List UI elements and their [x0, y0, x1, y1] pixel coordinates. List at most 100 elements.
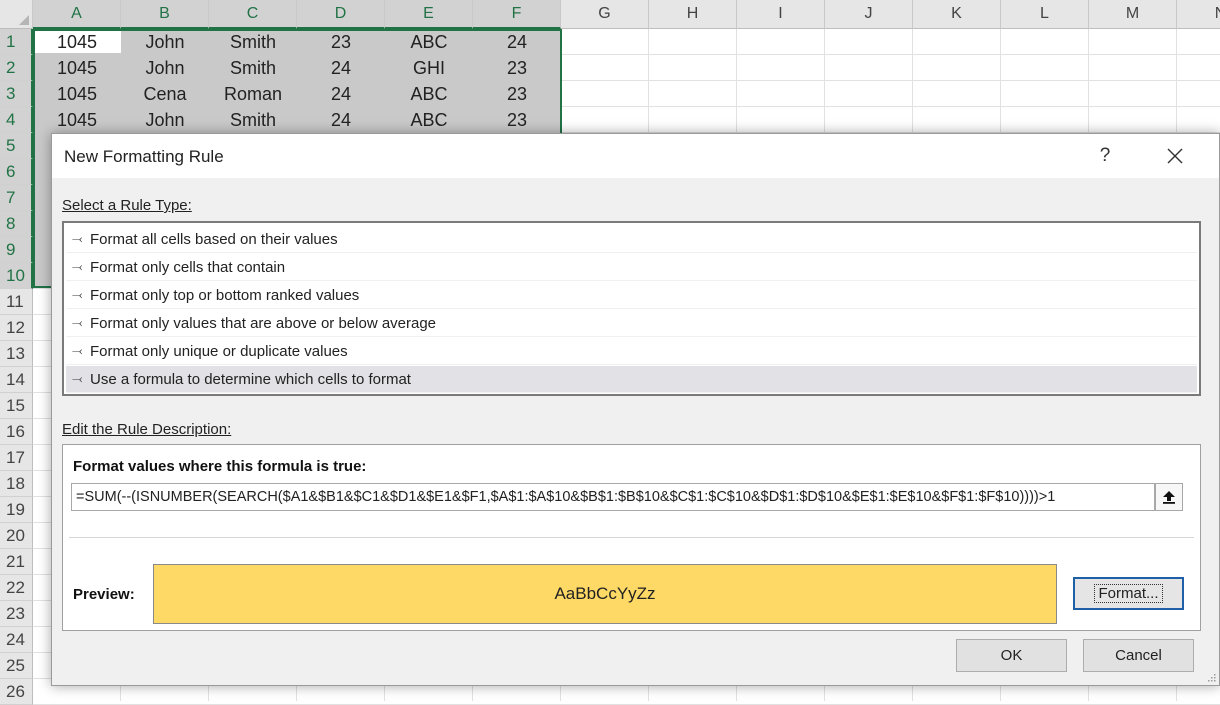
column-header-c[interactable]: C [209, 0, 297, 29]
rule-type-label: Use a formula to determine which cells t… [90, 370, 411, 388]
arrow-right-icon: ⤙ [72, 287, 83, 302]
row-header-8[interactable]: 8 [0, 211, 33, 237]
rule-description-panel: Format values where this formula is true… [62, 444, 1201, 631]
column-header-d[interactable]: D [297, 0, 385, 29]
help-button[interactable]: ? [1084, 140, 1126, 172]
cell-a3[interactable]: 1045 [33, 81, 121, 107]
column-header-a[interactable]: A [33, 0, 121, 29]
row-header-22[interactable]: 22 [0, 575, 33, 601]
rule-type-label: Format only unique or duplicate values [90, 342, 348, 360]
row-header-12[interactable]: 12 [0, 315, 33, 341]
new-formatting-rule-dialog: New Formatting Rule ? Select a Rule Type… [51, 133, 1220, 686]
row-header-10[interactable]: 10 [0, 263, 33, 289]
rule-type-label: Format only top or bottom ranked values [90, 286, 360, 304]
cell-c3[interactable]: Roman [209, 81, 297, 107]
cancel-button[interactable]: Cancel [1083, 639, 1194, 672]
cell-d4[interactable]: 24 [297, 107, 385, 133]
row-header-3[interactable]: 3 [0, 81, 33, 107]
format-button-label: Format... [1094, 584, 1163, 603]
cell-a2[interactable]: 1045 [33, 55, 121, 81]
close-icon [1167, 148, 1183, 164]
column-header-l[interactable]: L [1001, 0, 1089, 29]
row-header-9[interactable]: 9 [0, 237, 33, 263]
format-button[interactable]: Format... [1073, 577, 1184, 610]
rule-type-label: Format only cells that contain [90, 258, 286, 276]
cell-d1[interactable]: 23 [297, 29, 385, 55]
row-header-4[interactable]: 4 [0, 107, 33, 133]
column-header-f[interactable]: F [473, 0, 561, 29]
cell-f4[interactable]: 23 [473, 107, 561, 133]
formula-input[interactable] [71, 483, 1155, 511]
column-header-m[interactable]: M [1089, 0, 1177, 29]
column-header-b[interactable]: B [121, 0, 209, 29]
collapse-dialog-button[interactable] [1155, 483, 1183, 511]
row-header-11[interactable]: 11 [0, 289, 33, 315]
cell-d3[interactable]: 24 [297, 81, 385, 107]
dialog-titlebar[interactable]: New Formatting Rule ? [52, 134, 1219, 178]
row-header-19[interactable]: 19 [0, 497, 33, 523]
row-header-2[interactable]: 2 [0, 55, 33, 81]
row-header-13[interactable]: 13 [0, 341, 33, 367]
cell-d2[interactable]: 24 [297, 55, 385, 81]
row-header-16[interactable]: 16 [0, 419, 33, 445]
rule-type-list[interactable]: ⤙ Format all cells based on their values ⤙… [62, 221, 1201, 396]
resize-grip-icon[interactable] [1206, 672, 1216, 682]
cell-c1[interactable]: Smith [209, 29, 297, 55]
select-all-corner[interactable] [0, 0, 33, 29]
column-header-k[interactable]: K [913, 0, 1001, 29]
row-header-7[interactable]: 7 [0, 185, 33, 211]
cell-a4[interactable]: 1045 [33, 107, 121, 133]
row-header-15[interactable]: 15 [0, 393, 33, 419]
cell-e3[interactable]: ABC [385, 81, 473, 107]
row-header-14[interactable]: 14 [0, 367, 33, 393]
row-header-17[interactable]: 17 [0, 445, 33, 471]
rule-type-label: Format only values that are above or bel… [90, 314, 437, 332]
row-header-21[interactable]: 21 [0, 549, 33, 575]
row-header-20[interactable]: 20 [0, 523, 33, 549]
rule-type-item[interactable]: ⤙ Format only unique or duplicate values [66, 338, 1197, 365]
row-header-26[interactable]: 26 [0, 679, 33, 705]
cell-c2[interactable]: Smith [209, 55, 297, 81]
cell-b4[interactable]: John [121, 107, 209, 133]
cell-b2[interactable]: John [121, 55, 209, 81]
rule-type-item[interactable]: ⤙ Format only values that are above or be… [66, 310, 1197, 337]
formula-label: Format values where this formula is true… [73, 458, 367, 475]
cell-f1[interactable]: 24 [473, 29, 561, 55]
cell-b3[interactable]: Cena [121, 81, 209, 107]
arrow-right-icon: ⤙ [72, 343, 83, 358]
rule-type-item[interactable]: ⤙ Format only cells that contain [66, 254, 1197, 281]
close-button[interactable] [1152, 140, 1198, 172]
column-header-j[interactable]: J [825, 0, 913, 29]
format-preview: AaBbCcYyZz [153, 564, 1057, 624]
column-header-e[interactable]: E [385, 0, 473, 29]
cell-c4[interactable]: Smith [209, 107, 297, 133]
row-header-23[interactable]: 23 [0, 601, 33, 627]
cell-f2[interactable]: 23 [473, 55, 561, 81]
column-header-h[interactable]: H [649, 0, 737, 29]
cell-a1[interactable]: 1045 [33, 29, 121, 55]
rule-type-item[interactable]: ⤙ Format only top or bottom ranked values [66, 282, 1197, 309]
cell-e1[interactable]: ABC [385, 29, 473, 55]
cell-b1[interactable]: John [121, 29, 209, 55]
row-header-24[interactable]: 24 [0, 627, 33, 653]
column-header-g[interactable]: G [561, 0, 649, 29]
cell-f3[interactable]: 23 [473, 81, 561, 107]
column-header-n[interactable]: N [1177, 0, 1220, 29]
row-header-5[interactable]: 5 [0, 133, 33, 159]
arrow-right-icon: ⤙ [72, 259, 83, 274]
cell-e4[interactable]: ABC [385, 107, 473, 133]
rule-type-item[interactable]: ⤙ Format all cells based on their values [66, 226, 1197, 253]
ok-button[interactable]: OK [956, 639, 1067, 672]
row-header-18[interactable]: 18 [0, 471, 33, 497]
select-rule-type-label-text: Select a Rule Type: [62, 197, 192, 214]
column-header-i[interactable]: I [737, 0, 825, 29]
rule-type-item[interactable]: ⤙ Use a formula to determine which cells … [66, 366, 1197, 393]
row-header-6[interactable]: 6 [0, 159, 33, 185]
separator [69, 537, 1194, 538]
row-header-1[interactable]: 1 [0, 29, 33, 55]
edit-description-label-text: Edit the Rule Description: [62, 421, 232, 438]
row-header-25[interactable]: 25 [0, 653, 33, 679]
collapse-dialog-icon [1163, 491, 1175, 504]
cell-e2[interactable]: GHI [385, 55, 473, 81]
rule-type-label: Format all cells based on their values [90, 230, 338, 248]
